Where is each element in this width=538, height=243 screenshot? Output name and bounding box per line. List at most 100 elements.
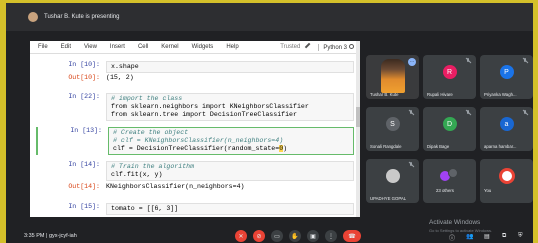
cell-output: KNeighborsClassifier(n_neighbors=4) <box>106 183 245 190</box>
mic-toggle-icon[interactable]: ✕ <box>235 230 247 242</box>
participant-tile[interactable]: D Dipak Bage <box>423 107 476 151</box>
output-cell: Out[14]: KNeighborsClassifier(n_neighbor… <box>36 183 354 191</box>
kernel-name: Python 3 <box>323 44 347 51</box>
cell-prompt: Out[10]: <box>68 74 100 81</box>
host-controls-icon[interactable]: ⛨ <box>518 233 523 240</box>
avatar: D <box>442 117 457 131</box>
self-tile[interactable]: You <box>480 159 533 203</box>
others-avatars <box>439 168 460 182</box>
code-cell[interactable]: In [10]: x.shape <box>36 61 354 73</box>
mic-off-icon <box>523 110 527 115</box>
cell-output: (15, 2) <box>106 74 134 81</box>
code-line: clf.fit(x, y) <box>111 171 163 178</box>
mic-off-icon <box>466 110 470 115</box>
meet-window: Tushar B. Kute is presenting File Edit V… <box>6 3 533 243</box>
cell-prompt: In [13]: <box>70 127 102 134</box>
activate-windows-watermark: Activate Windows <box>429 219 481 226</box>
participant-tile[interactable]: a aparna hambar... <box>480 107 533 151</box>
separator: | <box>46 232 48 239</box>
people-icon[interactable]: 👥 <box>466 233 473 240</box>
menu-file[interactable]: File <box>38 44 48 50</box>
presenter-text: Tushar B. Kute is presenting <box>44 14 120 20</box>
present-icon[interactable]: ▣ <box>307 230 319 242</box>
end-call-button[interactable]: ☎ <box>343 230 361 242</box>
cell-prompt: In [14]: <box>68 161 100 168</box>
cell-prompt: In [22]: <box>68 93 100 100</box>
participant-name: You <box>484 188 492 193</box>
menu-cell[interactable]: Cell <box>138 44 148 50</box>
menu-kernel[interactable]: Kernel <box>161 44 178 50</box>
trusted-label[interactable]: Trusted <box>280 44 300 50</box>
participant-tile[interactable]: P Priyanka Wagh... <box>480 55 533 99</box>
output-cell: Out[10]: (15, 2) <box>36 74 354 82</box>
avatar: P <box>499 65 514 79</box>
menu-help[interactable]: Help <box>226 44 238 50</box>
cell-prompt: Out[14]: <box>68 183 100 190</box>
code-line-end: ) <box>283 145 288 152</box>
shared-screen: File Edit View Insert Cell Kernel Widget… <box>30 41 360 217</box>
code-comment: # clf = KNeighborsClassifier(n_neighbors… <box>113 137 284 144</box>
more-options-icon[interactable]: ⋯ <box>408 58 416 66</box>
active-code-cell[interactable]: In [13]: # Create the object # clf = KNe… <box>36 127 354 155</box>
meeting-info: 3:35 PM | gyx-jcyf-iah <box>24 233 77 239</box>
presenter-bar: Tushar B. Kute is presenting <box>6 3 533 31</box>
avatar: a <box>499 117 514 131</box>
activities-icon[interactable]: ⧉ <box>502 233 506 240</box>
mic-off-icon <box>523 58 527 63</box>
chat-icon[interactable]: ▤ <box>484 233 490 240</box>
menu-view[interactable]: View <box>84 44 97 50</box>
code-comment: # import the class <box>111 95 183 102</box>
scrollbar-thumb[interactable] <box>356 107 360 127</box>
captions-icon[interactable]: ▭ <box>271 230 283 242</box>
others-count: 23 others <box>436 188 454 193</box>
clock: 3:35 PM <box>24 232 45 239</box>
cell-prompt: In [10]: <box>68 61 100 68</box>
mic-off-icon <box>466 58 470 63</box>
code-line: clf = DecisionTreeClassifier(random_stat… <box>113 145 280 152</box>
cell-code[interactable]: tomato = [[6, 3]] <box>106 203 354 215</box>
cell-code[interactable]: x.shape <box>106 61 354 73</box>
participant-name: Sonali Rangdale <box>370 144 402 149</box>
code-line: from sklearn.neighbors import KNeighbors… <box>111 103 309 110</box>
notebook-scrollbar[interactable] <box>356 41 360 217</box>
participant-video <box>381 59 405 93</box>
raise-hand-icon[interactable]: ✋ <box>289 230 301 242</box>
jupyter-menubar: File Edit View Insert Cell Kernel Widget… <box>30 41 360 54</box>
pencil-icon[interactable] <box>305 42 314 52</box>
kernel-indicator: Python 3 <box>318 43 354 51</box>
participant-name: Priyanka Wagh... <box>484 92 517 97</box>
cell-code[interactable]: # Train the algorithm clf.fit(x, y) <box>106 161 354 181</box>
info-icon[interactable]: ⓘ <box>449 233 455 242</box>
participant-name: Dipak Bage <box>427 144 450 149</box>
avatar: R <box>442 65 457 79</box>
code-comment: # Create the object <box>113 129 189 136</box>
participant-name: UPADHYE GOPAL <box>370 196 407 201</box>
cell-code[interactable]: # import the class from sklearn.neighbor… <box>106 93 354 121</box>
menu-widgets[interactable]: Widgets <box>192 44 214 50</box>
participant-name: Rupali Hivare <box>427 92 453 97</box>
menu-insert[interactable]: Insert <box>110 44 125 50</box>
cell-code[interactable]: # Create the object # clf = KNeighborsCl… <box>108 127 354 155</box>
others-tile[interactable]: 23 others <box>423 159 476 203</box>
participant-tile[interactable]: R Rupali Hivare <box>423 55 476 99</box>
participant-name: Tushar B. Kute <box>370 92 399 97</box>
participant-tile[interactable]: UPADHYE GOPAL <box>366 159 419 203</box>
code-cell[interactable]: In [14]: # Train the algorithm clf.fit(x… <box>36 161 354 181</box>
kernel-status-icon <box>349 43 354 49</box>
code-cell[interactable]: In [15]: tomato = [[6, 3]] <box>36 203 354 215</box>
participant-name: aparna hambar... <box>484 144 517 149</box>
mic-off-icon <box>409 110 413 115</box>
participant-tile[interactable]: ⋯ Tushar B. Kute <box>366 55 419 99</box>
cell-prompt: In [15]: <box>68 203 100 210</box>
self-avatar <box>498 168 515 184</box>
more-options-icon[interactable]: ⋮ <box>325 230 337 242</box>
camera-toggle-icon[interactable]: ⊘ <box>253 230 265 242</box>
code-line: from sklearn.tree import DecisionTreeCla… <box>111 111 297 118</box>
avatar: S <box>385 117 400 131</box>
mic-off-icon <box>409 162 413 167</box>
presenter-avatar <box>28 12 38 22</box>
participant-tile[interactable]: S Sonali Rangdale <box>366 107 419 151</box>
menu-edit[interactable]: Edit <box>61 44 71 50</box>
code-cell[interactable]: In [22]: # import the class from sklearn… <box>36 93 354 121</box>
avatar <box>385 169 400 183</box>
